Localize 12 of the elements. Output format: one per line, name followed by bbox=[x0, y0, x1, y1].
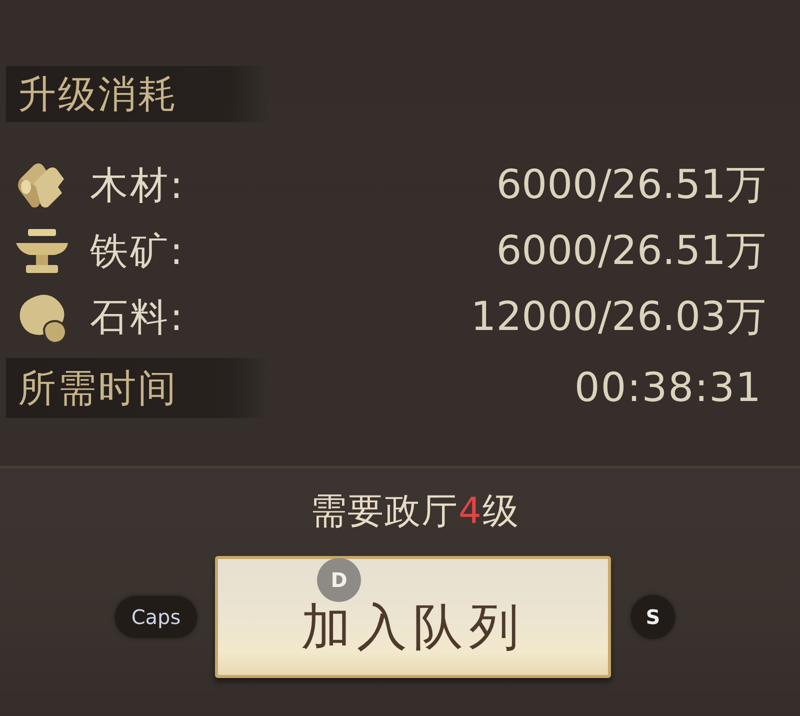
key-hint-badge: S bbox=[631, 595, 675, 639]
key-hint-badge: Caps bbox=[115, 596, 197, 638]
section-title: 所需时间 bbox=[18, 369, 178, 407]
requirement-text: 需要政厅4级 bbox=[310, 494, 520, 530]
resource-label: 木材: bbox=[90, 166, 185, 204]
resource-amount: 6000/26.51万 bbox=[496, 165, 766, 205]
resource-amount: 6000/26.51万 bbox=[496, 231, 766, 271]
resource-label: 石料: bbox=[90, 298, 185, 336]
resource-amount: 12000/26.03万 bbox=[470, 297, 766, 337]
section-title: 升级消耗 bbox=[18, 75, 178, 113]
resource-label: 铁矿: bbox=[90, 232, 185, 270]
time-value: 00:38:31 bbox=[574, 368, 762, 408]
